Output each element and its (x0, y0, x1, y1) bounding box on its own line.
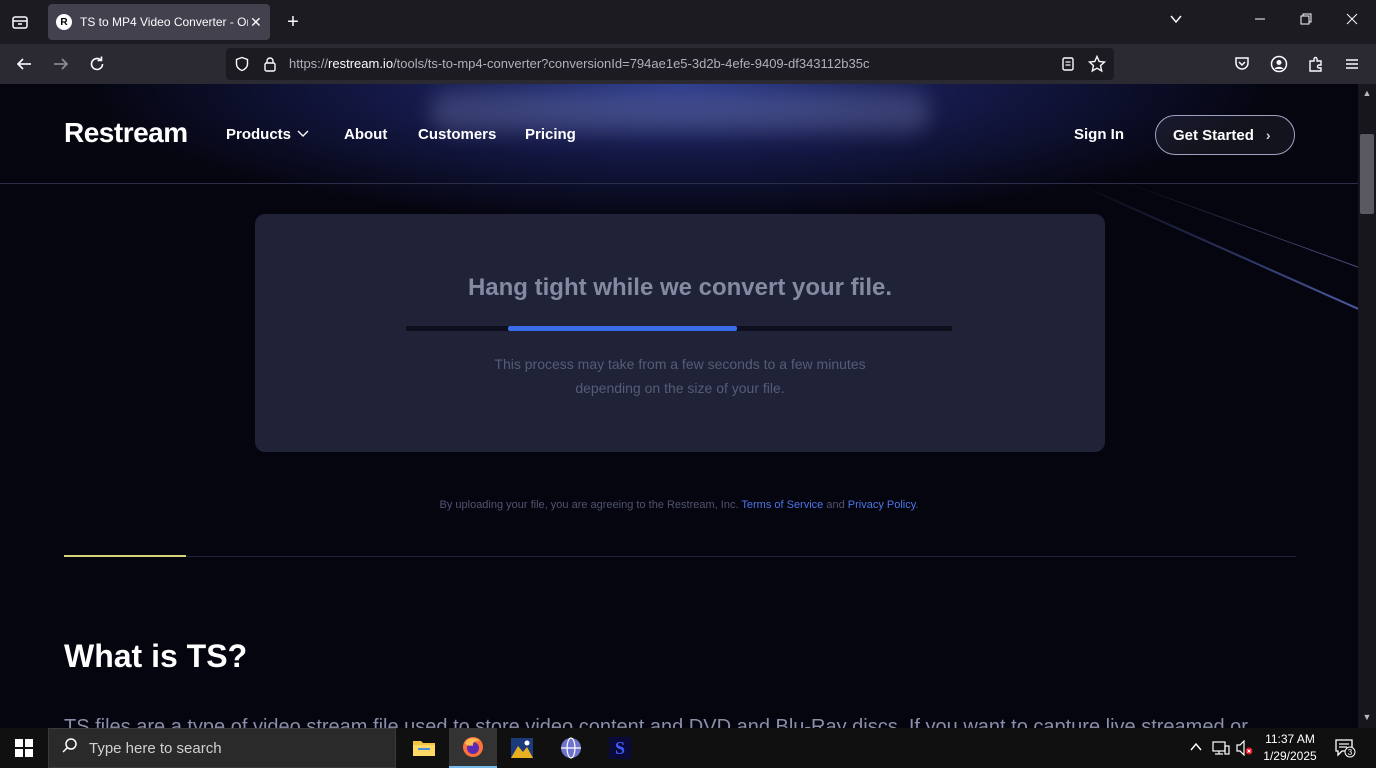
section-paragraph: TS files are a type of video stream file… (64, 716, 1248, 728)
conversion-description-line1: This process may take from a few seconds… (494, 356, 866, 372)
tray-chevron-up-icon[interactable] (1189, 740, 1203, 757)
taskbar-clock[interactable]: 11:37 AM 1/29/2025 (1252, 731, 1328, 765)
section-divider (64, 556, 1296, 557)
terms-notice: By uploading your file, you are agreeing… (0, 499, 1358, 511)
scroll-down-arrow-icon[interactable]: ▼ (1361, 712, 1373, 722)
address-bar[interactable]: https://restream.io/tools/ts-to-mp4-conv… (226, 48, 1114, 80)
privacy-policy-link[interactable]: Privacy Policy (848, 499, 916, 511)
file-explorer-icon[interactable] (400, 728, 448, 768)
app-landscape-icon[interactable] (498, 728, 546, 768)
url-prefix: https:// (289, 56, 329, 71)
new-tab-icon[interactable]: + (282, 10, 304, 34)
browser-titlebar: R TS to MP4 Video Converter - Online ✕ + (0, 0, 1376, 44)
windows-start-icon[interactable] (0, 728, 48, 768)
chevron-right-icon: › (1265, 127, 1271, 143)
tab-close-icon[interactable]: ✕ (250, 14, 262, 31)
search-icon (61, 737, 79, 760)
hamburger-menu-icon[interactable] (1340, 52, 1364, 76)
sign-in-link[interactable]: Sign In (1074, 126, 1124, 143)
url-path: /tools/ts-to-mp4-converter?conversionId=… (393, 56, 870, 71)
notification-center-icon[interactable]: 3 (1334, 738, 1356, 758)
url-text[interactable]: https://restream.io/tools/ts-to-mp4-conv… (289, 56, 869, 71)
restore-icon[interactable] (1296, 12, 1316, 28)
forward-arrow-icon[interactable] (49, 52, 73, 76)
terms-of-service-link[interactable]: Terms of Service (741, 499, 823, 511)
restream-logo[interactable]: Restream (64, 117, 188, 149)
close-window-icon[interactable] (1342, 12, 1362, 28)
nav-products[interactable]: Products (226, 126, 309, 143)
tab-list-icon[interactable] (8, 10, 32, 34)
windows-taskbar: Type here to search S 11:37 AM 1/29/2025… (0, 728, 1376, 768)
reader-view-icon[interactable] (1058, 54, 1078, 74)
conversion-status-title: Hang tight while we convert your file. (467, 274, 893, 301)
nav-pricing[interactable]: Pricing (525, 126, 576, 143)
extensions-puzzle-icon[interactable] (1304, 52, 1328, 76)
chevron-down-icon[interactable] (1166, 12, 1186, 29)
app-globe-icon[interactable] (547, 728, 595, 768)
taskbar-search-input[interactable]: Type here to search (48, 728, 396, 768)
progress-bar-fill (508, 326, 737, 331)
account-icon[interactable] (1267, 52, 1291, 76)
nav-about[interactable]: About (344, 126, 387, 143)
network-icon[interactable] (1212, 740, 1230, 759)
progress-bar (406, 326, 952, 331)
reload-icon[interactable] (85, 52, 109, 76)
conversion-description: This process may take from a few seconds… (255, 352, 1105, 400)
section-divider-accent (64, 555, 186, 557)
minimize-icon[interactable] (1250, 12, 1270, 28)
scrollbar-thumb[interactable] (1360, 134, 1374, 214)
nav-customers[interactable]: Customers (418, 126, 496, 143)
nav-products-label: Products (226, 126, 292, 143)
chevron-down-icon (297, 129, 309, 141)
back-arrow-icon[interactable] (12, 52, 36, 76)
shield-icon[interactable] (232, 54, 252, 74)
conversion-card: Hang tight while we convert your file. T… (255, 214, 1105, 452)
browser-toolbar: https://restream.io/tools/ts-to-mp4-conv… (0, 44, 1376, 84)
site-header: Restream Products About Customers Pricin… (0, 84, 1358, 184)
clock-time: 11:37 AM (1265, 732, 1315, 746)
terms-suffix: . (915, 499, 919, 511)
scroll-up-arrow-icon[interactable]: ▲ (1361, 88, 1373, 98)
bookmark-star-icon[interactable] (1087, 54, 1107, 74)
clock-date: 1/29/2025 (1263, 749, 1317, 763)
lock-icon[interactable] (260, 54, 280, 74)
restream-favicon-icon: R (56, 14, 72, 30)
url-host: restream.io (328, 56, 394, 71)
section-heading: What is TS? (64, 638, 248, 674)
svg-text:S: S (615, 738, 625, 758)
search-placeholder: Type here to search (89, 739, 222, 757)
terms-prefix: By uploading your file, you are agreeing… (439, 499, 739, 511)
tab-title: TS to MP4 Video Converter - Online (80, 15, 248, 29)
web-page: Restream Products About Customers Pricin… (0, 84, 1358, 728)
firefox-icon[interactable] (449, 728, 497, 768)
app-s-icon[interactable]: S (596, 728, 644, 768)
tab-active[interactable]: R TS to MP4 Video Converter - Online ✕ (48, 4, 270, 40)
page-scrollbar[interactable]: ▲ ▼ (1358, 84, 1376, 728)
terms-and: and (826, 499, 845, 511)
notification-count: 3 (1348, 748, 1353, 757)
get-started-label: Get Started (1173, 126, 1254, 144)
conversion-description-line2: depending on the size of your file. (575, 380, 785, 396)
pocket-icon[interactable] (1230, 52, 1254, 76)
get-started-button[interactable]: Get Started › (1155, 115, 1295, 155)
